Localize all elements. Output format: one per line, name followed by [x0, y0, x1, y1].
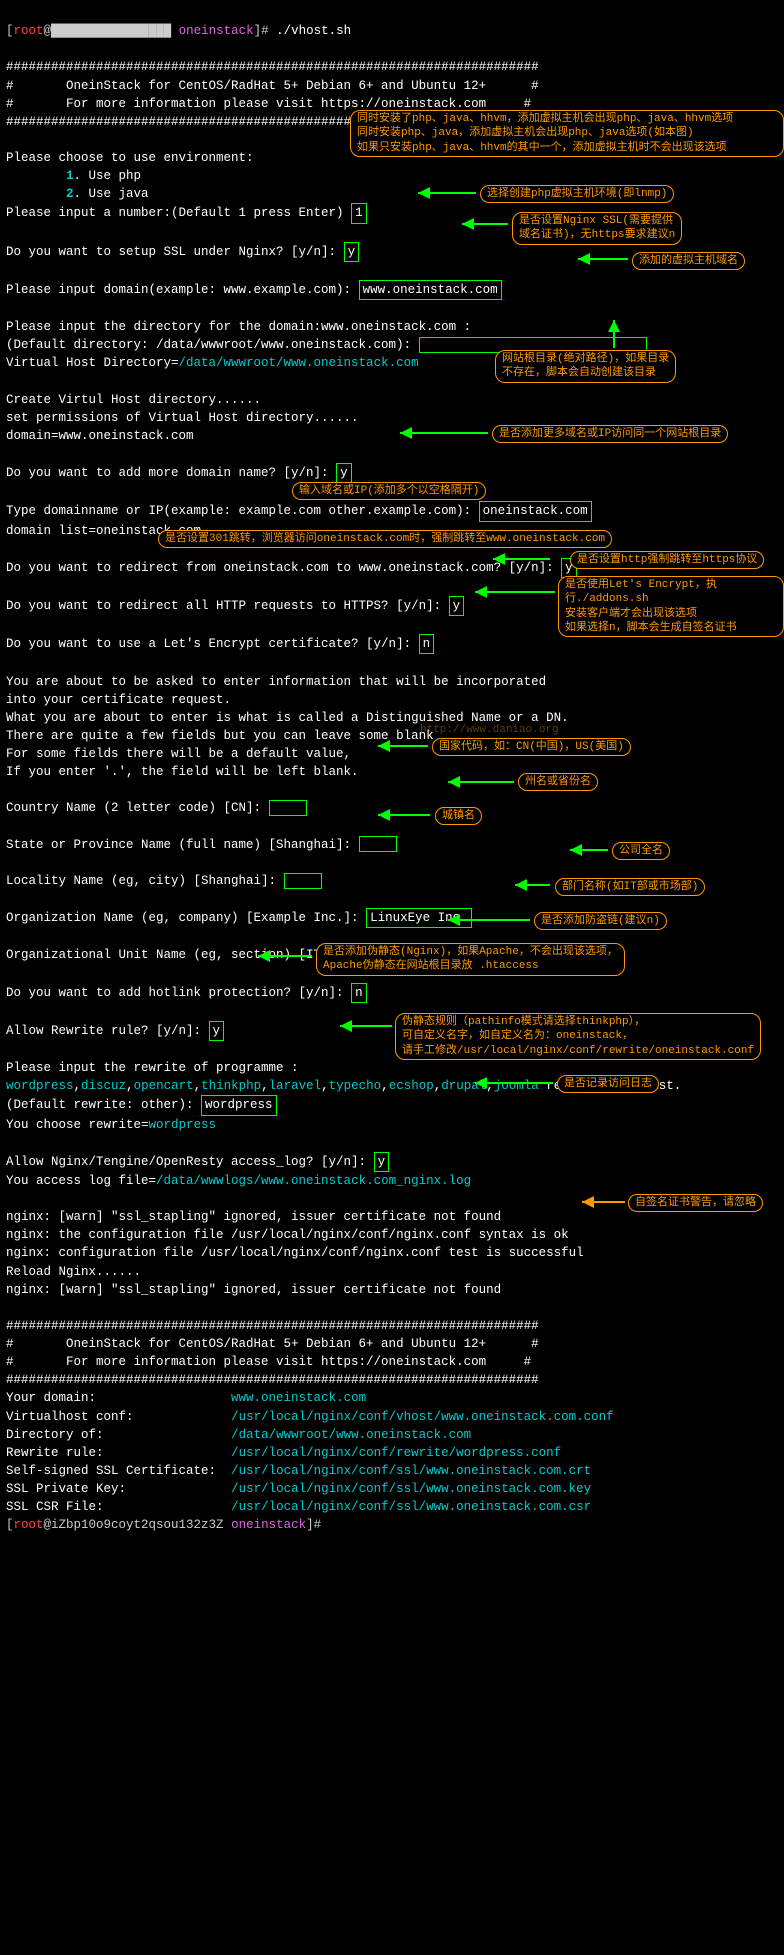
- nginx-warn: nginx: [warn] "ssl_stapling" ignored, is…: [6, 1283, 501, 1297]
- ssl-prompt: Do you want to setup SSL under Nginx? [y…: [6, 245, 344, 259]
- rewrite-prog-prompt: Please input the rewrite of programme :: [6, 1061, 299, 1075]
- rewrite-prog-input[interactable]: wordpress: [201, 1095, 277, 1115]
- rewrite-input[interactable]: y: [209, 1021, 225, 1041]
- banner-bar: ########################################…: [6, 1319, 539, 1333]
- locality-prompt: Locality Name (eg, city) [Shanghai]:: [6, 874, 284, 888]
- state-input[interactable]: [359, 836, 397, 852]
- annotation-rw: 是否添加伪静态(Nginx)，如果Apache，不会出现该选项， Apache伪…: [316, 943, 625, 976]
- annotation-ssl: 是否设置Nginx SSL(需要提供 域名证书)，无https要求建议n: [512, 212, 682, 245]
- cwd: oneinstack: [179, 24, 254, 38]
- create-msg: Create Virtul Host directory......: [6, 393, 261, 407]
- prompt: [root@████████████████ oneinstack]# ./vh…: [6, 24, 351, 38]
- user: root: [14, 24, 44, 38]
- out-rewrite: Rewrite rule:: [6, 1446, 231, 1460]
- type-input[interactable]: oneinstack.com: [479, 501, 592, 521]
- option-1: 1: [66, 169, 74, 183]
- annotation-ou: 部门名称(如IT部或市场部): [555, 878, 705, 896]
- annotation-le: 是否使用Let's Encrypt，执行./addons.sh 安装客户端才会出…: [558, 576, 784, 637]
- banner-line: # OneinStack for CentOS/RadHat 5+ Debian…: [6, 79, 539, 93]
- annotation-env: 同时安装了php、java、hhvm，添加虚拟主机会出现php、java、hhv…: [350, 110, 784, 157]
- number-prompt: Please input a number:(Default 1 press E…: [6, 206, 351, 220]
- annotation-lc: 城镇名: [435, 807, 482, 825]
- annotation-org: 公司全名: [612, 842, 670, 860]
- out-domain: Your domain:: [6, 1391, 231, 1405]
- nginx-warn: nginx: [warn] "ssl_stapling" ignored, is…: [6, 1210, 501, 1224]
- annotation-rwp: 伪静态规则（pathinfo模式请选择thinkphp）， 可自定义名字，如自定…: [395, 1013, 761, 1060]
- dir-prompt: Please input the directory for the domai…: [6, 320, 471, 334]
- annotation-sp: 州名或省份名: [518, 773, 598, 791]
- annotation-dir: 网站根目录(绝对路径)，如果目录 不存在，脚本会自动创建该目录: [495, 350, 676, 383]
- out-csr: SSL CSR File:: [6, 1500, 231, 1514]
- accesslog-path: /data/wwwlogs/www.oneinstack.com_nginx.l…: [156, 1174, 471, 1188]
- annotation-domain: 添加的虚拟主机域名: [632, 252, 745, 270]
- option-2: 2: [66, 187, 74, 201]
- annotation-log: 是否记录访问日志: [557, 1075, 659, 1093]
- org-input[interactable]: LinuxEye Inc.: [366, 908, 472, 928]
- country-input[interactable]: [269, 800, 307, 816]
- out-key: SSL Private Key:: [6, 1482, 231, 1496]
- more-prompt: Do you want to add more domain name? [y/…: [6, 466, 336, 480]
- vhost-dir: /data/wwwroot/www.oneinstack.com: [179, 356, 419, 370]
- annotation-301: 是否设置301跳转，浏览器访问oneinstack.com时，强制跳转至www.…: [158, 530, 612, 548]
- ssl-input[interactable]: y: [344, 242, 360, 262]
- accesslog-prompt: Allow Nginx/Tengine/OpenResty access_log…: [6, 1155, 374, 1169]
- domain-prompt: Please input domain(example: www.example…: [6, 283, 359, 297]
- more-input[interactable]: y: [336, 463, 352, 483]
- org-prompt: Organization Name (eg, company) [Example…: [6, 911, 366, 925]
- letsencrypt-input[interactable]: n: [419, 634, 435, 654]
- type-prompt: Type domainname or IP(example: example.c…: [6, 504, 479, 518]
- banner-line: # For more information please visit http…: [6, 97, 531, 111]
- annotation-warn: 自签名证书警告，请忽略: [628, 1194, 763, 1212]
- https-prompt: Do you want to redirect all HTTP request…: [6, 599, 449, 613]
- letsencrypt-prompt: Do you want to use a Let's Encrypt certi…: [6, 637, 419, 651]
- locality-input[interactable]: [284, 873, 322, 889]
- annotation-type: 输入域名或IP(添加多个以空格隔开): [292, 482, 486, 500]
- domain-input[interactable]: www.oneinstack.com: [359, 280, 502, 300]
- annotation-hot: 是否添加防盗链(建议n): [534, 912, 667, 930]
- https-input[interactable]: y: [449, 596, 465, 616]
- country-prompt: Country Name (2 letter code) [CN]:: [6, 801, 269, 815]
- command[interactable]: ./vhost.sh: [276, 24, 351, 38]
- annotation-https: 是否设置http强制跳转至https协议: [570, 551, 764, 569]
- cert-msg: You are about to be asked to enter infor…: [6, 675, 546, 689]
- out-vhconf: Virtualhost conf:: [6, 1410, 231, 1424]
- redirect-prompt: Do you want to redirect from oneinstack.…: [6, 561, 561, 575]
- prompt-2[interactable]: [root@iZbp10o9coyt2qsou132z3Z oneinstack…: [6, 1518, 329, 1532]
- annotation-more: 是否添加更多域名或IP访问同一个网站根目录: [492, 425, 728, 443]
- out-crt: Self-signed SSL Certificate:: [6, 1464, 231, 1478]
- env-prompt: Please choose to use environment:: [6, 151, 254, 165]
- state-prompt: State or Province Name (full name) [Shan…: [6, 838, 359, 852]
- hotlink-prompt: Do you want to add hotlink protection? […: [6, 986, 351, 1000]
- rewrite-prompt: Allow Rewrite rule? [y/n]:: [6, 1024, 209, 1038]
- number-input[interactable]: 1: [351, 203, 367, 223]
- annotation-cn: 国家代码，如：CN(中国)，US(美国): [432, 738, 631, 756]
- watermark: http://www.daniao.org: [420, 723, 559, 739]
- accesslog-input[interactable]: y: [374, 1152, 390, 1172]
- annotation-num: 选择创建php虚拟主机环境(即lnmp): [480, 185, 674, 203]
- banner-bar: ########################################…: [6, 60, 539, 74]
- hotlink-input[interactable]: n: [351, 983, 367, 1003]
- terminal: [root@████████████████ oneinstack]# ./vh…: [0, 0, 784, 1955]
